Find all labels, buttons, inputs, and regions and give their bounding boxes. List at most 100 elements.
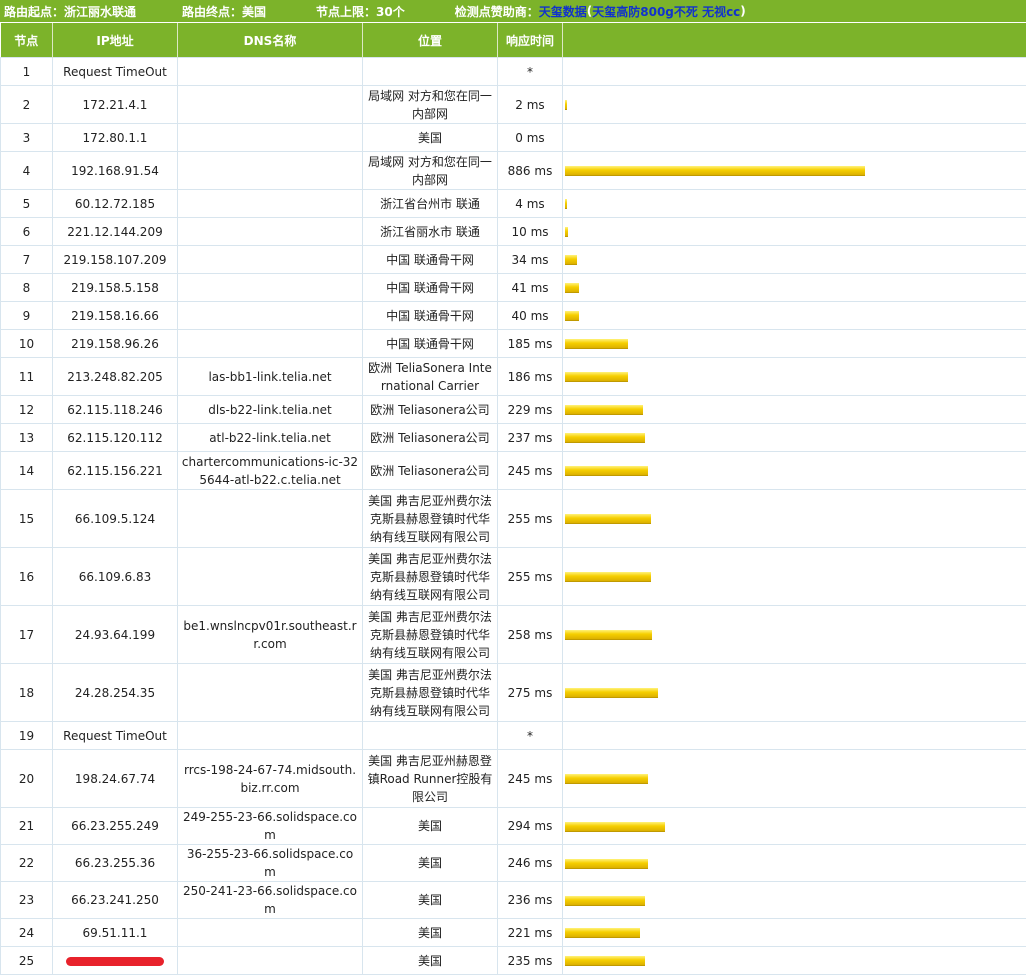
table-row: 1724.93.64.199be1.wnslncpv01r.southeast.… — [1, 606, 1026, 664]
time-cell: 255 ms — [498, 548, 563, 606]
dns-cell: chartercommunications-ic-325644-atl-b22.… — [178, 452, 363, 490]
response-bar — [565, 928, 640, 938]
location-cell: 美国 — [363, 845, 498, 882]
location-cell — [363, 722, 498, 750]
dns-cell — [178, 152, 363, 190]
dns-cell — [178, 722, 363, 750]
time-cell: 10 ms — [498, 218, 563, 246]
info-bar: 路由起点：浙江丽水联通 路由终点：美国 节点上限：30个 检测点赞助商： 天玺数… — [0, 0, 1026, 22]
bar-cell — [563, 274, 1026, 302]
response-bar — [565, 255, 577, 265]
bar-cell — [563, 424, 1026, 452]
response-bar — [565, 339, 628, 349]
bar-cell — [563, 919, 1026, 947]
location-cell: 浙江省丽水市 联通 — [363, 218, 498, 246]
dns-cell: atl-b22-link.telia.net — [178, 424, 363, 452]
dns-cell — [178, 302, 363, 330]
bar-cell — [563, 606, 1026, 664]
table-row: 6221.12.144.209浙江省丽水市 联通10 ms — [1, 218, 1026, 246]
node-cell: 19 — [1, 722, 53, 750]
dns-cell: be1.wnslncpv01r.southeast.rr.com — [178, 606, 363, 664]
node-cell: 14 — [1, 452, 53, 490]
bar-cell — [563, 947, 1026, 975]
location-cell: 欧洲 Teliasonera公司 — [363, 424, 498, 452]
time-cell: 185 ms — [498, 330, 563, 358]
response-bar — [565, 372, 628, 382]
bar-cell — [563, 358, 1026, 396]
location-cell: 美国 弗吉尼亚州费尔法克斯县赫恩登镇时代华纳有线互联网有限公司 — [363, 548, 498, 606]
table-row: 1462.115.156.221chartercommunications-ic… — [1, 452, 1026, 490]
ip-cell: 219.158.96.26 — [53, 330, 178, 358]
table-row: 2366.23.241.250250-241-23-66.solidspace.… — [1, 882, 1026, 919]
node-cell: 20 — [1, 750, 53, 808]
location-cell: 浙江省台州市 联通 — [363, 190, 498, 218]
ip-cell: 24.28.254.35 — [53, 664, 178, 722]
bar-cell — [563, 490, 1026, 548]
location-cell: 美国 弗吉尼亚州赫恩登镇Road Runner控股有限公司 — [363, 750, 498, 808]
location-cell: 美国 — [363, 808, 498, 845]
table-row: 3172.80.1.1美国0 ms — [1, 124, 1026, 152]
table-row: 4192.168.91.54局域网 对方和您在同一内部网886 ms — [1, 152, 1026, 190]
sponsor-ad-link[interactable]: 天玺高防800g不死 无视cc — [592, 3, 740, 20]
ip-cell: 62.115.118.246 — [53, 396, 178, 424]
dns-cell — [178, 246, 363, 274]
time-cell: 258 ms — [498, 606, 563, 664]
bar-cell — [563, 152, 1026, 190]
location-cell: 局域网 对方和您在同一内部网 — [363, 152, 498, 190]
redaction-mark — [66, 957, 164, 966]
time-cell: 237 ms — [498, 424, 563, 452]
bar-cell — [563, 218, 1026, 246]
response-bar — [565, 283, 579, 293]
ip-cell: 172.21.4.1 — [53, 86, 178, 124]
node-cell: 6 — [1, 218, 53, 246]
node-cell: 13 — [1, 424, 53, 452]
time-cell: 245 ms — [498, 452, 563, 490]
response-bar — [565, 311, 579, 321]
table-row: 2469.51.11.1美国221 ms — [1, 919, 1026, 947]
ip-cell: 60.12.72.185 — [53, 190, 178, 218]
traceroute-table: 节点 IP地址 DNS名称 位置 响应时间 1Request TimeOut*2… — [0, 23, 1026, 975]
bar-cell — [563, 750, 1026, 808]
time-cell: 886 ms — [498, 152, 563, 190]
dns-cell — [178, 548, 363, 606]
time-cell: 40 ms — [498, 302, 563, 330]
bar-cell — [563, 246, 1026, 274]
ip-cell: 66.23.255.36 — [53, 845, 178, 882]
bar-cell — [563, 124, 1026, 152]
col-dns: DNS名称 — [178, 23, 363, 58]
node-limit: 节点上限：30个 — [316, 3, 405, 20]
time-cell: 236 ms — [498, 882, 563, 919]
response-bar — [565, 630, 652, 640]
ip-cell: 62.115.120.112 — [53, 424, 178, 452]
ip-cell: 66.109.6.83 — [53, 548, 178, 606]
time-cell: 235 ms — [498, 947, 563, 975]
response-bar — [565, 859, 648, 869]
ip-cell: 69.51.11.1 — [53, 919, 178, 947]
time-cell: * — [498, 58, 563, 86]
response-bar — [565, 822, 665, 832]
dns-cell — [178, 274, 363, 302]
location-cell: 欧洲 Teliasonera公司 — [363, 452, 498, 490]
ip-cell — [53, 947, 178, 975]
bar-cell — [563, 452, 1026, 490]
dns-cell — [178, 124, 363, 152]
time-cell: 229 ms — [498, 396, 563, 424]
response-bar — [565, 572, 651, 582]
ip-cell: Request TimeOut — [53, 58, 178, 86]
node-cell: 23 — [1, 882, 53, 919]
sponsor-link[interactable]: 天玺数据 — [539, 3, 587, 20]
response-bar — [565, 896, 645, 906]
table-row: 1666.109.6.83美国 弗吉尼亚州费尔法克斯县赫恩登镇时代华纳有线互联网… — [1, 548, 1026, 606]
ip-cell: 66.23.241.250 — [53, 882, 178, 919]
node-cell: 11 — [1, 358, 53, 396]
response-bar — [565, 774, 648, 784]
response-bar — [565, 405, 643, 415]
ip-cell: 172.80.1.1 — [53, 124, 178, 152]
table-row: 1824.28.254.35美国 弗吉尼亚州费尔法克斯县赫恩登镇时代华纳有线互联… — [1, 664, 1026, 722]
sponsor-ad-close: ) — [740, 4, 745, 18]
ip-cell: 66.23.255.249 — [53, 808, 178, 845]
location-cell: 中国 联通骨干网 — [363, 330, 498, 358]
table-header: 节点 IP地址 DNS名称 位置 响应时间 — [1, 23, 1026, 58]
time-cell: 246 ms — [498, 845, 563, 882]
location-cell: 美国 弗吉尼亚州费尔法克斯县赫恩登镇时代华纳有线互联网有限公司 — [363, 664, 498, 722]
